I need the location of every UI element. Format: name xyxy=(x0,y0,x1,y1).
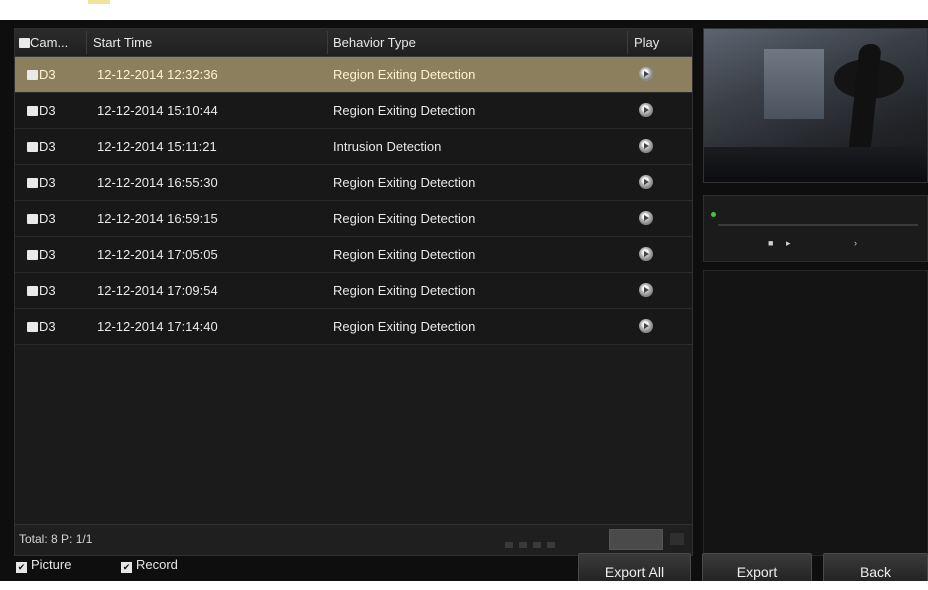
next-icon[interactable]: › xyxy=(854,239,863,248)
table-row[interactable]: D3 12-12-2014 12:32:36 Region Exiting Dete… xyxy=(15,57,692,93)
row-checkbox[interactable] xyxy=(27,250,38,260)
playback-buttons: ■ ▸ › xyxy=(760,233,880,253)
row-checkbox[interactable] xyxy=(27,214,38,224)
table-row[interactable]: D3 12-12-2014 17:14:40 Region Exiting Dete… xyxy=(15,309,692,345)
play-icon[interactable]: ▸ xyxy=(786,239,795,248)
preview-scene-ground xyxy=(704,147,927,182)
header-start-time[interactable]: Start Time xyxy=(93,35,152,50)
cell-camera: D3 xyxy=(39,211,56,226)
cell-behavior-type: Region Exiting Detection xyxy=(333,211,476,226)
top-strip-marker xyxy=(88,0,110,4)
picture-option[interactable]: ✔ Picture xyxy=(16,557,71,573)
row-checkbox[interactable] xyxy=(27,286,38,296)
cell-behavior-type: Region Exiting Detection xyxy=(333,319,476,334)
row-checkbox[interactable] xyxy=(27,106,38,116)
go-page-button[interactable] xyxy=(670,533,684,545)
checkbox-checked-icon[interactable]: ✔ xyxy=(16,562,27,573)
last-page-icon[interactable] xyxy=(547,542,555,548)
info-panel xyxy=(703,270,928,556)
cell-start-time: 12-12-2014 17:09:54 xyxy=(97,283,218,298)
playback-progress-bar[interactable] xyxy=(718,224,918,226)
cell-start-time: 12-12-2014 12:32:36 xyxy=(97,67,218,82)
play-icon[interactable] xyxy=(639,247,653,261)
total-count: Total: 8 P: 1/1 xyxy=(19,532,93,546)
first-page-icon[interactable] xyxy=(505,542,513,548)
preview-scene-wall xyxy=(764,49,824,119)
back-button[interactable]: Back xyxy=(823,553,928,581)
cell-start-time: 12-12-2014 15:10:44 xyxy=(97,103,218,118)
row-checkbox[interactable] xyxy=(27,70,38,80)
cell-behavior-type: Region Exiting Detection xyxy=(333,247,476,262)
row-checkbox[interactable] xyxy=(27,322,38,332)
header-behavior-type[interactable]: Behavior Type xyxy=(333,35,416,50)
record-option[interactable]: ✔ Record xyxy=(121,557,178,573)
cell-camera: D3 xyxy=(39,103,56,118)
table-row[interactable]: D3 12-12-2014 16:59:15 Region Exiting Dete… xyxy=(15,201,692,237)
cell-behavior-type: Region Exiting Detection xyxy=(333,67,476,82)
table-row[interactable]: D3 12-12-2014 16:55:30 Region Exiting Dete… xyxy=(15,165,692,201)
prev-page-icon[interactable] xyxy=(519,542,527,548)
cell-camera: D3 xyxy=(39,139,56,154)
cell-start-time: 12-12-2014 16:59:15 xyxy=(97,211,218,226)
status-indicator-icon xyxy=(711,212,716,217)
play-icon[interactable] xyxy=(639,139,653,153)
play-icon[interactable] xyxy=(639,319,653,333)
table-header: Cam... Start Time Behavior Type Play xyxy=(15,29,692,57)
cell-behavior-type: Region Exiting Detection xyxy=(333,103,476,118)
play-icon[interactable] xyxy=(639,103,653,117)
pagination-controls xyxy=(505,535,561,553)
header-play[interactable]: Play xyxy=(634,35,659,50)
top-strip xyxy=(0,0,928,20)
export-all-button[interactable]: Export All xyxy=(578,553,691,581)
row-checkbox[interactable] xyxy=(27,178,38,188)
cell-start-time: 12-12-2014 17:05:05 xyxy=(97,247,218,262)
table-body: D3 12-12-2014 12:32:36 Region Exiting Dete… xyxy=(15,57,692,345)
checkbox-checked-icon[interactable]: ✔ xyxy=(121,562,132,573)
cell-start-time: 12-12-2014 15:11:21 xyxy=(97,139,217,154)
column-divider xyxy=(327,31,328,54)
header-camera[interactable]: Cam... xyxy=(30,35,68,50)
table-footer: Total: 8 P: 1/1 xyxy=(15,524,692,555)
cell-behavior-type: Region Exiting Detection xyxy=(333,283,476,298)
cell-camera: D3 xyxy=(39,319,56,334)
cell-start-time: 12-12-2014 16:55:30 xyxy=(97,175,218,190)
next-page-icon[interactable] xyxy=(533,542,541,548)
play-icon[interactable] xyxy=(639,211,653,225)
export-button[interactable]: Export xyxy=(702,553,812,581)
column-divider xyxy=(627,31,628,54)
cell-camera: D3 xyxy=(39,67,56,82)
record-option-label: Record xyxy=(136,557,178,572)
cell-camera: D3 xyxy=(39,283,56,298)
cell-behavior-type: Intrusion Detection xyxy=(333,139,442,154)
page-number-input[interactable] xyxy=(609,529,663,550)
stop-icon[interactable]: ■ xyxy=(768,239,777,248)
cell-start-time: 12-12-2014 17:14:40 xyxy=(97,319,218,334)
table-row[interactable]: D3 12-12-2014 15:10:44 Region Exiting Dete… xyxy=(15,93,692,129)
table-row[interactable]: D3 12-12-2014 17:05:05 Region Exiting Dete… xyxy=(15,237,692,273)
cell-camera: D3 xyxy=(39,247,56,262)
row-checkbox[interactable] xyxy=(27,142,38,152)
column-divider xyxy=(86,31,87,54)
play-icon[interactable] xyxy=(639,175,653,189)
select-all-checkbox[interactable] xyxy=(19,38,30,48)
playback-controls: ■ ▸ › xyxy=(703,195,928,262)
video-preview xyxy=(703,28,928,183)
table-row[interactable]: D3 12-12-2014 15:11:21 Intrusion Detection xyxy=(15,129,692,165)
play-icon[interactable] xyxy=(639,283,653,297)
play-icon[interactable] xyxy=(639,67,653,81)
table-row[interactable]: D3 12-12-2014 17:09:54 Region Exiting Dete… xyxy=(15,273,692,309)
cell-behavior-type: Region Exiting Detection xyxy=(333,175,476,190)
cell-camera: D3 xyxy=(39,175,56,190)
export-screen: Cam... Start Time Behavior Type Play D3 1… xyxy=(0,20,928,581)
search-results-table: Cam... Start Time Behavior Type Play D3 1… xyxy=(14,28,693,556)
picture-option-label: Picture xyxy=(31,557,72,572)
